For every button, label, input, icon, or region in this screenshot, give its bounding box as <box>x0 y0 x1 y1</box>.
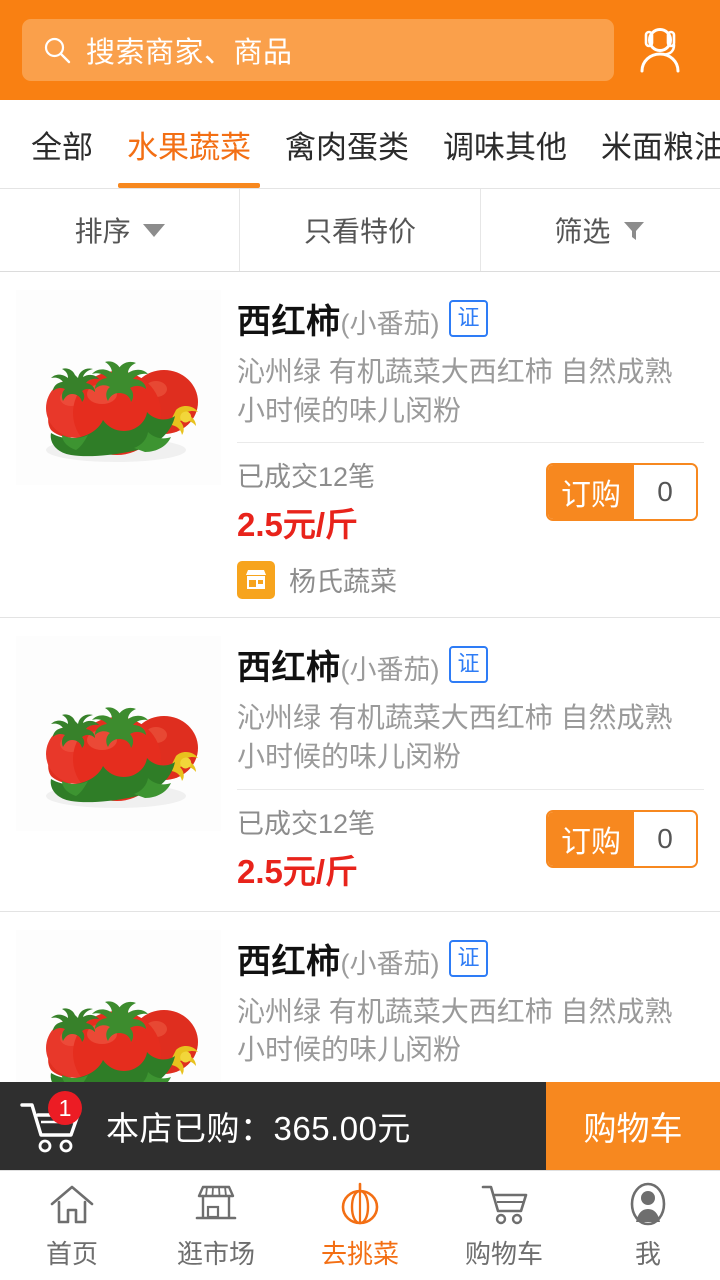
nav-label: 首页 <box>45 1239 98 1269</box>
product-spec: (小番茄) <box>340 655 440 686</box>
sort-filter[interactable]: 排序 <box>0 189 239 271</box>
go-to-cart-button[interactable]: 购物车 <box>546 1082 720 1170</box>
nav-label: 逛市场 <box>176 1239 255 1269</box>
product-meta-row: 已成交12笔 2.5元/斤 订购 0 <box>237 790 704 893</box>
product-image <box>16 636 221 832</box>
customer-service-icon <box>634 21 686 80</box>
product-description: 沁州绿 有机蔬菜大西红柿 自然成熟 小时候的味儿闵粉 <box>237 699 704 790</box>
product-price: 2.5元/斤 <box>237 852 359 890</box>
product-price: 2.5元/斤 <box>237 506 359 544</box>
special-price-label: 只看特价 <box>303 216 416 247</box>
product-sales-count: 已成交12笔 <box>237 808 376 839</box>
product-spec: (小番茄) <box>340 309 440 339</box>
storefront-icon <box>237 560 275 599</box>
search-input[interactable]: 搜索商家、商品 <box>22 19 614 81</box>
product-title-row: 西红柿 (小番茄) 证 <box>237 636 704 689</box>
product-info: 西红柿 (小番茄) 证 沁州绿 有机蔬菜大西红柿 自然成熟 小时候的味儿闵粉 已… <box>237 290 704 617</box>
tab-all[interactable]: 全部 <box>14 100 110 188</box>
sort-label: 排序 <box>74 216 131 247</box>
person-icon <box>623 1180 673 1228</box>
product-description: 沁州绿 有机蔬菜大西红柿 自然成熟 小时候的味儿闵粉 <box>237 993 704 1083</box>
nav-item-market[interactable]: 逛市场 <box>144 1171 288 1280</box>
certification-badge: 证 <box>449 646 488 684</box>
product-card[interactable]: 西红柿 (小番茄) 证 沁州绿 有机蔬菜大西红柿 自然成熟 小时候的味儿闵粉 已… <box>0 272 720 619</box>
nav-item-cart[interactable]: 购物车 <box>432 1171 576 1280</box>
tab-seasoning-other[interactable]: 调味其他 <box>426 100 584 188</box>
product-description: 沁州绿 有机蔬菜大西红柿 自然成熟 小时候的味儿闵粉 <box>237 353 704 444</box>
cart-icon <box>479 1180 529 1228</box>
home-icon <box>47 1180 97 1228</box>
tab-label: 米面粮油 <box>601 129 720 165</box>
product-card[interactable]: 西红柿 (小番茄) 证 沁州绿 有机蔬菜大西红柿 自然成熟 小时候的味儿闵粉 已… <box>0 618 720 912</box>
tab-rice-flour-grain-oil[interactable]: 米面粮油 <box>584 100 720 188</box>
tab-poultry-meat-egg[interactable]: 禽肉蛋类 <box>268 100 426 188</box>
nav-label: 去挑菜 <box>320 1239 399 1269</box>
product-list: 西红柿 (小番茄) 证 沁州绿 有机蔬菜大西红柿 自然成熟 小时候的味儿闵粉 已… <box>0 272 720 1204</box>
product-title-row: 西红柿 (小番茄) 证 <box>237 290 704 343</box>
product-sales-count: 已成交12笔 <box>237 462 376 493</box>
screen-filter[interactable]: 筛选 <box>479 189 720 271</box>
app-screen: 搜索商家、商品 全部 水果蔬菜 禽肉蛋类 调味其他 米面粮油 排序 只看特价 筛… <box>0 0 720 1280</box>
nav-item-pick-vegetables[interactable]: 去挑菜 <box>288 1171 432 1280</box>
product-image <box>16 290 221 485</box>
order-widget[interactable]: 订购 0 <box>546 463 698 522</box>
certification-badge: 证 <box>449 939 488 977</box>
tab-label: 水果蔬菜 <box>127 129 251 165</box>
customer-service-button[interactable] <box>614 0 706 100</box>
cart-summary-text: 本店已购：365.00元 <box>106 1110 411 1147</box>
product-meta-row: 已成交12笔 2.5元/斤 订购 0 <box>237 443 704 546</box>
order-button[interactable]: 订购 <box>548 811 634 866</box>
chevron-down-icon <box>142 223 165 237</box>
special-price-filter[interactable]: 只看特价 <box>239 189 479 271</box>
filter-label: 筛选 <box>554 216 611 247</box>
search-placeholder: 搜索商家、商品 <box>86 37 293 69</box>
app-header: 搜索商家、商品 <box>0 0 720 100</box>
order-quantity[interactable]: 0 <box>634 465 696 520</box>
nav-label: 购物车 <box>464 1239 543 1269</box>
storefront-icon <box>191 1180 241 1228</box>
order-button[interactable]: 订购 <box>548 465 634 520</box>
product-meta-left: 已成交12笔 2.5元/斤 <box>237 802 375 893</box>
funnel-icon <box>622 218 646 242</box>
category-tab-bar: 全部 水果蔬菜 禽肉蛋类 调味其他 米面粮油 <box>0 100 720 188</box>
product-info: 西红柿 (小番茄) 证 沁州绿 有机蔬菜大西红柿 自然成熟 小时候的味儿闵粉 已… <box>237 636 704 892</box>
product-meta-left: 已成交12笔 2.5元/斤 <box>237 455 375 546</box>
tab-fruit-vegetable[interactable]: 水果蔬菜 <box>110 100 268 188</box>
nav-item-profile[interactable]: 我 <box>576 1171 720 1280</box>
store-cart-bar: 1 本店已购：365.00元 购物车 <box>0 1082 720 1170</box>
tab-label: 调味其他 <box>443 129 567 165</box>
search-icon <box>42 35 72 65</box>
go-to-cart-label: 购物车 <box>583 1110 683 1147</box>
product-name: 西红柿 <box>237 649 341 688</box>
product-name: 西红柿 <box>237 303 341 341</box>
pumpkin-icon <box>335 1180 385 1228</box>
tab-label: 全部 <box>31 129 93 165</box>
product-spec: (小番茄) <box>340 948 440 979</box>
product-name: 西红柿 <box>237 942 341 981</box>
cart-icon-wrap[interactable]: 1 <box>18 1091 84 1155</box>
shop-name: 杨氏蔬菜 <box>289 567 397 598</box>
order-quantity[interactable]: 0 <box>634 811 696 866</box>
product-title-row: 西红柿 (小番茄) 证 <box>237 930 704 983</box>
filter-bar: 排序 只看特价 筛选 <box>0 188 720 272</box>
bottom-navigation: 首页 逛市场 去挑菜 购物车 我 <box>0 1170 720 1280</box>
cart-summary-area[interactable]: 1 本店已购：365.00元 <box>0 1082 546 1170</box>
shop-row[interactable]: 杨氏蔬菜 <box>237 546 704 617</box>
order-widget[interactable]: 订购 0 <box>546 809 698 868</box>
nav-label: 我 <box>634 1239 661 1269</box>
certification-badge: 证 <box>449 300 488 337</box>
nav-item-home[interactable]: 首页 <box>0 1171 144 1280</box>
tab-label: 禽肉蛋类 <box>285 129 409 165</box>
cart-badge: 1 <box>48 1091 82 1125</box>
